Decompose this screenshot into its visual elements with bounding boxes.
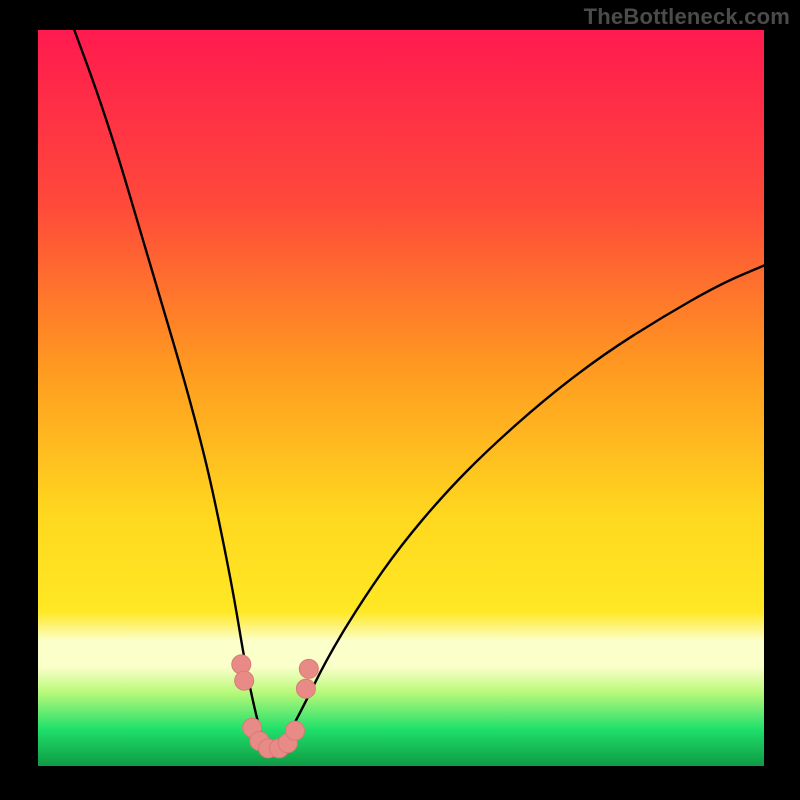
chart-plot-area	[38, 30, 764, 766]
data-marker	[296, 679, 315, 698]
watermark-text: TheBottleneck.com	[584, 4, 790, 30]
data-marker	[235, 671, 254, 690]
gradient-background	[38, 30, 764, 766]
chart-frame: TheBottleneck.com	[0, 0, 800, 800]
data-marker	[299, 659, 318, 678]
data-marker	[286, 721, 305, 740]
chart-svg	[38, 30, 764, 766]
